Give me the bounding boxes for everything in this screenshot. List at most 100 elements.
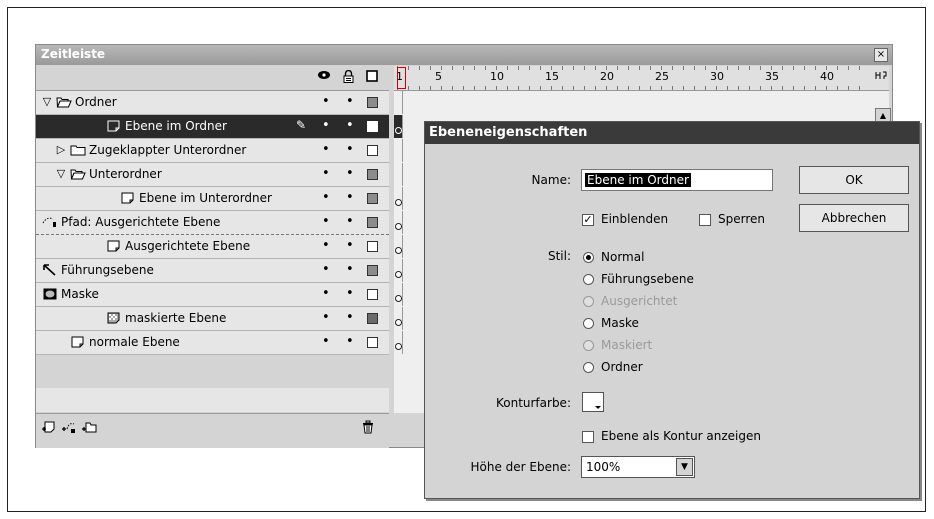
- lock-dot[interactable]: •: [346, 142, 354, 157]
- visibility-dot[interactable]: •: [322, 166, 330, 181]
- frame-cell[interactable]: [394, 307, 403, 330]
- visibility-dot[interactable]: •: [322, 94, 330, 109]
- lock-dot[interactable]: •: [346, 310, 354, 325]
- keyframe-dot[interactable]: [395, 271, 402, 278]
- layer-row[interactable]: Maske • •: [36, 283, 389, 307]
- visibility-dot[interactable]: •: [322, 238, 330, 253]
- lock-icon[interactable]: [341, 69, 355, 84]
- frame-cell[interactable]: [394, 211, 403, 234]
- eye-icon[interactable]: [317, 70, 331, 84]
- insert-layer-icon[interactable]: [41, 420, 57, 437]
- frame-cell[interactable]: [394, 331, 403, 354]
- visibility-dot[interactable]: •: [322, 334, 330, 349]
- keyframe-dot[interactable]: [395, 319, 402, 326]
- frame-cell[interactable]: [394, 259, 403, 282]
- visibility-dot[interactable]: •: [322, 142, 330, 157]
- outline-color-box[interactable]: [367, 169, 378, 180]
- lock-dot[interactable]: •: [346, 94, 354, 109]
- layer-row[interactable]: ▷ Zugeklappter Unterordner • •: [36, 139, 389, 163]
- visibility-dot[interactable]: •: [322, 118, 330, 133]
- outline-color-box[interactable]: [367, 313, 378, 324]
- lock-checkbox[interactable]: [699, 214, 711, 226]
- outline-color-swatch[interactable]: [582, 392, 604, 412]
- keyframe-dot[interactable]: [395, 223, 402, 230]
- visibility-dot[interactable]: •: [322, 262, 330, 277]
- outline-color-box[interactable]: [367, 265, 378, 276]
- show-checkbox[interactable]: ✓: [582, 214, 594, 226]
- add-motion-guide-icon[interactable]: [61, 420, 77, 437]
- layer-height-select[interactable]: 100% ▼: [581, 456, 695, 478]
- outline-icon[interactable]: [365, 70, 379, 84]
- lock-dot[interactable]: •: [346, 286, 354, 301]
- layer-name[interactable]: Ausgerichtete Ebene: [125, 239, 250, 253]
- style-radio[interactable]: [583, 252, 594, 263]
- layer-row[interactable]: maskierte Ebene • •: [36, 307, 389, 331]
- chevron-down-icon[interactable]: ▼: [676, 458, 693, 476]
- layer-name[interactable]: maskierte Ebene: [125, 311, 226, 325]
- frame-cell[interactable]: [394, 283, 403, 306]
- lock-dot[interactable]: •: [346, 166, 354, 181]
- layer-row[interactable]: normale Ebene • •: [36, 331, 389, 355]
- frame-cell[interactable]: [394, 235, 403, 258]
- close-icon[interactable]: ×: [874, 48, 888, 62]
- visibility-dot[interactable]: •: [322, 214, 330, 229]
- ok-button[interactable]: OK: [799, 166, 909, 194]
- playhead[interactable]: [397, 67, 406, 89]
- outline-color-box[interactable]: [367, 121, 378, 132]
- frame-ruler[interactable]: 1 5 10 15 20 25 30 35 40: [394, 66, 889, 91]
- layer-name[interactable]: normale Ebene: [89, 335, 180, 349]
- outline-mode-checkbox[interactable]: [582, 431, 594, 443]
- expand-triangle-icon[interactable]: ▽: [54, 168, 68, 180]
- lock-dot[interactable]: •: [346, 334, 354, 349]
- layer-name[interactable]: Zugeklappter Unterordner: [89, 143, 246, 157]
- lock-dot[interactable]: •: [346, 190, 354, 205]
- layer-row[interactable]: Ebene im Ordner ✎ • •: [36, 115, 389, 139]
- lock-dot[interactable]: •: [346, 238, 354, 253]
- layer-name[interactable]: Ebene im Unterordner: [139, 191, 272, 205]
- layer-name[interactable]: Ordner: [75, 95, 117, 109]
- keyframe-dot[interactable]: [395, 199, 402, 206]
- trash-icon[interactable]: [361, 420, 375, 437]
- lock-dot[interactable]: •: [346, 118, 354, 133]
- layer-row[interactable]: ▽ Ordner • •: [36, 91, 389, 115]
- layer-name[interactable]: Pfad: Ausgerichtete Ebene: [61, 215, 220, 229]
- visibility-dot[interactable]: •: [322, 310, 330, 325]
- expand-triangle-icon[interactable]: ▽: [40, 96, 54, 108]
- layer-row[interactable]: Ebene im Unterordner • •: [36, 187, 389, 211]
- outline-color-box[interactable]: [367, 241, 378, 252]
- outline-color-box[interactable]: [367, 193, 378, 204]
- outline-color-box[interactable]: [367, 289, 378, 300]
- style-radio[interactable]: [583, 362, 594, 373]
- style-radio[interactable]: [583, 274, 594, 285]
- keyframe-dot[interactable]: [395, 343, 402, 350]
- layer-name[interactable]: Maske: [61, 287, 99, 301]
- layer-name[interactable]: Führungsebene: [61, 263, 154, 277]
- frame-view-menu-icon[interactable]: [875, 70, 887, 83]
- lock-dot[interactable]: •: [346, 262, 354, 277]
- visibility-dot[interactable]: •: [322, 190, 330, 205]
- layer-row[interactable]: Ausgerichtete Ebene • •: [36, 235, 389, 259]
- collapse-triangle-icon[interactable]: ▷: [54, 144, 68, 156]
- lock-dot[interactable]: •: [346, 214, 354, 229]
- outline-color-box[interactable]: [367, 217, 378, 228]
- style-radio[interactable]: [583, 318, 594, 329]
- frame-cell[interactable]: [394, 163, 403, 186]
- layer-row[interactable]: Führungsebene • •: [36, 259, 389, 283]
- layer-name[interactable]: Unterordner: [89, 167, 162, 181]
- layer-row[interactable]: ▽ Unterordner • •: [36, 163, 389, 187]
- frame-cell[interactable]: [394, 115, 403, 138]
- keyframe-dot[interactable]: [395, 295, 402, 302]
- outline-color-box[interactable]: [367, 145, 378, 156]
- layer-row[interactable]: Pfad: Ausgerichtete Ebene • •: [36, 211, 389, 235]
- frame-cell[interactable]: [394, 139, 403, 162]
- frame-cell[interactable]: [394, 91, 403, 114]
- cancel-button[interactable]: Abbrechen: [799, 204, 909, 232]
- outline-color-box[interactable]: [367, 97, 378, 108]
- insert-folder-icon[interactable]: [81, 420, 97, 437]
- keyframe-dot[interactable]: [395, 247, 402, 254]
- outline-color-box[interactable]: [367, 337, 378, 348]
- frame-cell[interactable]: [394, 187, 403, 210]
- visibility-dot[interactable]: •: [322, 286, 330, 301]
- keyframe-dot[interactable]: [395, 127, 402, 134]
- layer-name[interactable]: Ebene im Ordner: [125, 119, 227, 133]
